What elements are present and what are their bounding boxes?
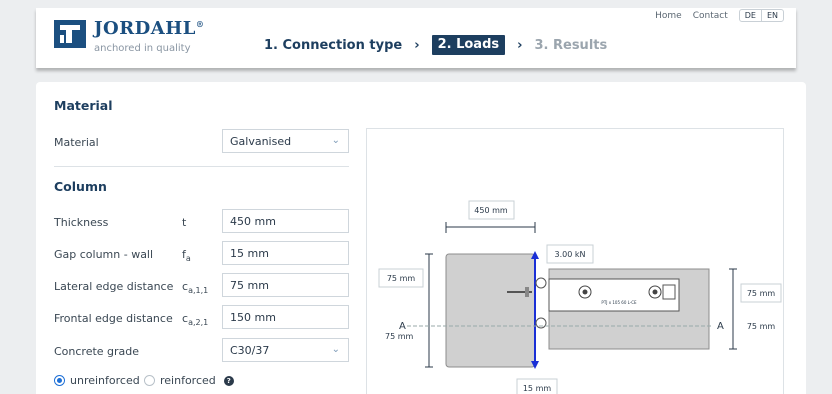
frontal-edge-distance-input[interactable]: 150 mm (222, 305, 349, 329)
reinforced-radio[interactable]: reinforced ? (144, 374, 234, 387)
bottom-dim-label: 15 mm (523, 384, 552, 393)
step-connection-type[interactable]: 1. Connection type (264, 38, 402, 53)
brand-name[interactable]: JORDAHL® (94, 18, 204, 39)
step-loads-active[interactable]: 2. Loads (431, 35, 506, 55)
thickness-input[interactable]: 450 mm (222, 209, 349, 233)
column-shape (445, 253, 536, 368)
load-label: 3.00 kN (555, 250, 586, 259)
top-nav: Home Contact DE EN (655, 9, 784, 22)
section-divider (54, 166, 349, 167)
lateral-edge-symbol: ca,1,1 (182, 280, 209, 296)
unreinforced-radio[interactable]: unreinforced (54, 374, 140, 387)
gap-column-wall-label: Gap column - wall (54, 248, 154, 261)
diagram-svg: 450 mm PTJ x 105 60 L-CE 3.00 kN 75 mm A… (378, 200, 782, 394)
material-label: Material (54, 136, 99, 149)
material-select[interactable]: Galvanised ⌄ (222, 129, 349, 153)
frontal-edge-distance-label: Frontal edge distance (54, 312, 173, 325)
contact-link[interactable]: Contact (693, 11, 728, 21)
material-section-title: Material (54, 98, 113, 113)
chevron-right-icon: › (517, 37, 523, 53)
section-a-left: A (399, 321, 406, 332)
step-navigation: 1. Connection type › 2. Loads › 3. Resul… (264, 35, 607, 55)
loads-card: Material Material Galvanised ⌄ Column Th… (36, 82, 806, 394)
chevron-right-icon: › (414, 37, 420, 53)
connection-diagram: 450 mm PTJ x 105 60 L-CE 3.00 kN 75 mm A… (366, 128, 784, 394)
brand-tagline: anchored in quality (94, 43, 191, 54)
top-dim-label: 450 mm (474, 206, 508, 215)
left-dim-label: 75 mm (387, 274, 416, 283)
right-dim-bottom-label: 75 mm (747, 322, 776, 331)
header-card: JORDAHL® anchored in quality 1. Connecti… (36, 8, 796, 68)
thickness-symbol: t (182, 216, 187, 229)
chevron-down-icon: ⌄ (331, 344, 340, 355)
radio-checked-icon (54, 375, 65, 386)
lang-en-button[interactable]: EN (760, 10, 783, 21)
gap-symbol: fa (182, 248, 191, 264)
radio-unchecked-icon (144, 375, 155, 386)
help-icon[interactable]: ? (223, 375, 234, 386)
column-section-title: Column (54, 179, 107, 194)
language-switcher: DE EN (738, 9, 784, 22)
lateral-edge-distance-label: Lateral edge distance (54, 280, 174, 293)
right-dim-top-label: 75 mm (747, 289, 776, 298)
chevron-down-icon: ⌄ (331, 135, 340, 146)
jordahl-logo-icon[interactable] (54, 20, 86, 48)
lateral-edge-distance-input[interactable]: 75 mm (222, 273, 349, 297)
left-dim-bottom-label: 75 mm (385, 332, 414, 341)
lang-de-button[interactable]: DE (740, 10, 761, 21)
thickness-label: Thickness (54, 216, 109, 229)
home-link[interactable]: Home (655, 11, 682, 21)
step-results[interactable]: 3. Results (534, 38, 607, 53)
concrete-grade-select[interactable]: C30/37 ⌄ (222, 338, 349, 362)
plate-text: PTJ x 105 60 L-CE (601, 300, 637, 305)
frontal-edge-symbol: ca,2,1 (182, 312, 209, 328)
concrete-grade-label: Concrete grade (54, 345, 140, 358)
gap-column-wall-input[interactable]: 15 mm (222, 241, 349, 265)
section-a-right: A (717, 321, 724, 332)
